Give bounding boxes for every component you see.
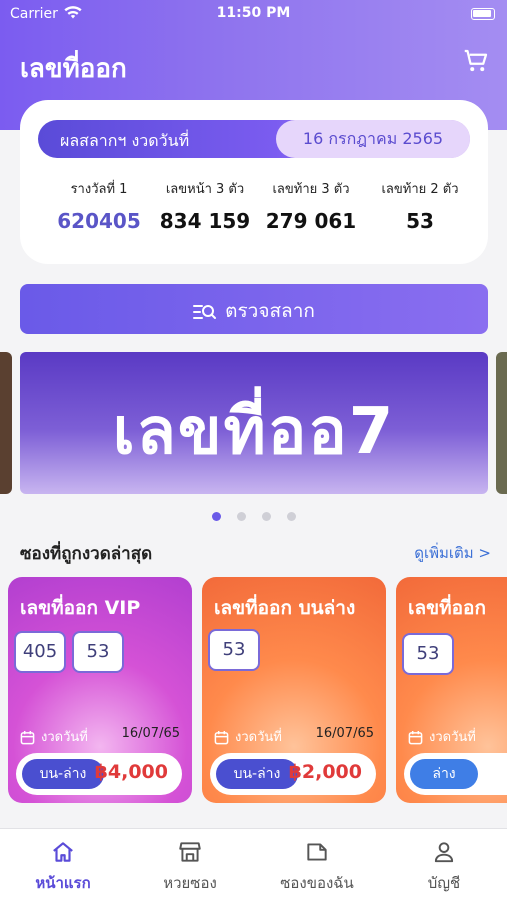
tab-label: หวยซอง — [163, 874, 217, 892]
prize-last-two: เลขท้าย 2 ตัว 53 — [360, 178, 480, 233]
status-bar: Carrier 11:50 PM — [0, 0, 507, 30]
ticket-price-pill: ล่าง — [404, 753, 507, 795]
carousel-dot[interactable] — [236, 512, 246, 521]
prize-value: 279 061 — [265, 209, 357, 233]
ticket-date-label: งวดวันที่ — [408, 726, 476, 747]
battery-icon — [471, 8, 495, 20]
check-lottery-label: ตรวจสลาก — [225, 300, 315, 322]
carousel-dot[interactable] — [286, 512, 296, 521]
ticket-price: ฿4,000 — [94, 761, 168, 783]
ticket-title: เลขที่ออก — [408, 597, 486, 619]
banner-prev-peek[interactable] — [0, 352, 12, 494]
ticket-type-badge: ล่าง — [410, 759, 478, 789]
ticket-carousel: เลขที่ออก VIP 405 53 งวดวันที่ 16/07/65 … — [0, 575, 507, 807]
ticket-card[interactable]: เลขที่ออก บนล่าง 53 งวดวันที่ 16/07/65 บ… — [202, 577, 386, 803]
ticket-date-label: งวดวันที่ — [214, 726, 282, 747]
ticket-date-label: งวดวันที่ — [20, 726, 88, 747]
lottery-result-card: ผลสลากฯ งวดวันที่ 16 กรกฎาคม 2565 รางวัล… — [20, 100, 488, 264]
prize-label: รางวัลที่ 1 — [70, 182, 128, 197]
home-icon — [53, 842, 73, 862]
draw-label: ผลสลากฯ งวดวันที่ — [60, 131, 190, 150]
folder-icon — [307, 843, 327, 861]
carousel-dot[interactable] — [261, 512, 271, 521]
prize-last-three: เลขท้าย 3 ตัว 279 061 — [256, 178, 366, 233]
prize-value: 53 — [406, 209, 434, 233]
ticket-type-badge: บน-ล่าง — [22, 759, 104, 789]
ticket-number: 53 — [208, 629, 260, 671]
draw-date[interactable]: 16 กรกฎาคม 2565 — [276, 120, 470, 158]
ticket-number: 53 — [72, 631, 124, 673]
prize-front-three: เลขหน้า 3 ตัว 834 159 — [150, 178, 260, 233]
ticket-title: เลขที่ออก VIP — [20, 597, 141, 619]
section-title: ซองที่ถูกงวดล่าสุด — [20, 544, 153, 564]
store-icon — [179, 842, 201, 862]
prize-first: รางวัลที่ 1 620405 — [40, 178, 158, 233]
bottom-tab-bar: หน้าแรก หวยซอง ซองของฉัน บัญชี — [0, 828, 507, 900]
calendar-icon — [408, 730, 423, 745]
prize-label: เลขหน้า 3 ตัว — [165, 182, 245, 197]
ticket-price: ฿2,000 — [288, 761, 362, 783]
ticket-card[interactable]: เลขที่ออก 53 งวดวันที่ ล่าง — [396, 577, 507, 803]
cart-icon[interactable] — [461, 46, 491, 76]
tab-my-packs[interactable]: ซองของฉัน — [254, 839, 380, 895]
ticket-price-pill: บน-ล่าง ฿4,000 — [16, 753, 182, 795]
tab-label: บัญชี — [427, 874, 461, 892]
draw-date-bar: ผลสลากฯ งวดวันที่ 16 กรกฎาคม 2565 — [38, 120, 470, 158]
tab-home[interactable]: หน้าแรก — [0, 839, 126, 895]
prize-value: 620405 — [57, 209, 141, 233]
app-title: เลขที่ออก — [20, 54, 127, 84]
ticket-card[interactable]: เลขที่ออก VIP 405 53 งวดวันที่ 16/07/65 … — [8, 577, 192, 803]
tab-lottery-packs[interactable]: หวยซอง — [127, 839, 253, 895]
calendar-icon — [20, 730, 35, 745]
see-more-link[interactable]: ดูเพิ่มเติม > — [414, 541, 491, 565]
tab-label: ซองของฉัน — [280, 874, 354, 892]
carousel-dot[interactable] — [211, 512, 221, 521]
ticket-date: 16/07/65 — [121, 726, 180, 741]
tab-account[interactable]: บัญชี — [381, 839, 507, 895]
search-list-icon — [193, 300, 225, 322]
tab-label: หน้าแรก — [35, 874, 91, 892]
ticket-date: 16/07/65 — [315, 726, 374, 741]
prize-value: 834 159 — [159, 209, 251, 233]
clock: 11:50 PM — [216, 5, 291, 21]
ticket-title: เลขที่ออก บนล่าง — [214, 597, 356, 619]
banner-next-peek[interactable] — [496, 352, 507, 494]
ticket-number: 53 — [402, 633, 454, 675]
ticket-number: 405 — [14, 631, 66, 673]
promo-banner[interactable]: เลขที่ออ7 — [20, 352, 488, 494]
prize-label: เลขท้าย 2 ตัว — [381, 182, 459, 197]
banner-logo-text: เลขที่ออ7 — [112, 395, 396, 469]
check-lottery-button[interactable]: ตรวจสลาก — [20, 284, 488, 334]
user-icon — [434, 842, 454, 863]
carousel-dots — [0, 512, 507, 521]
ticket-price-pill: บน-ล่าง ฿2,000 — [210, 753, 376, 795]
calendar-icon — [214, 730, 229, 745]
ticket-type-badge: บน-ล่าง — [216, 759, 298, 789]
prize-label: เลขท้าย 3 ตัว — [272, 182, 350, 197]
